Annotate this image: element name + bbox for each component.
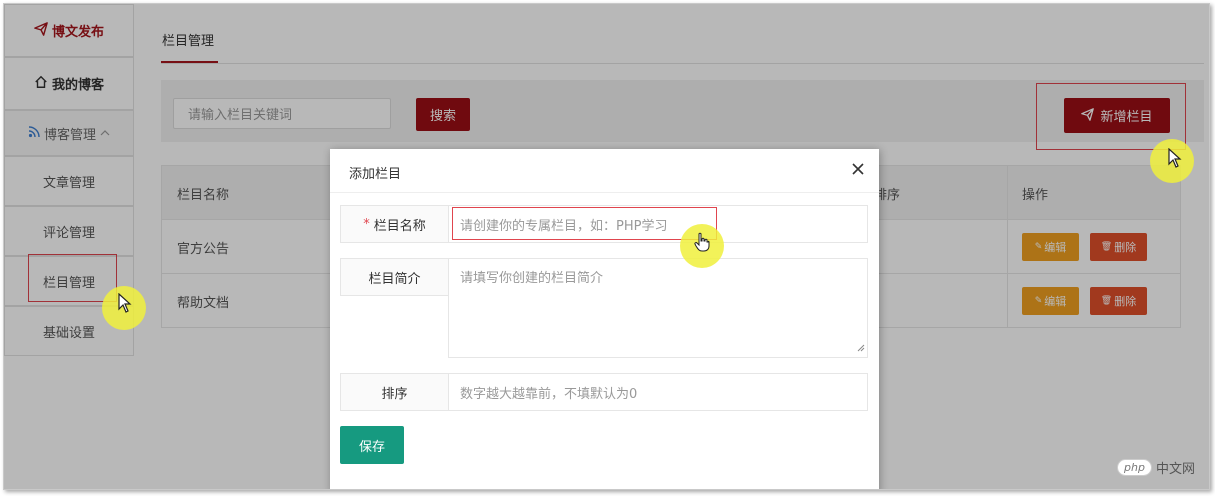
- save-button[interactable]: 保存: [340, 426, 404, 464]
- php-logo: php: [1117, 459, 1152, 476]
- modal-title: 添加栏目: [349, 167, 402, 182]
- order-label: 排序: [340, 373, 449, 411]
- add-category-modal: 添加栏目 * 栏目名称 请创建你的专属栏目，如：PHP学习 栏目简介 请填写你创…: [330, 149, 879, 489]
- watermark: php 中文网: [1117, 458, 1195, 477]
- modal-header: 添加栏目: [330, 149, 879, 193]
- hand-pointer-icon: [694, 232, 710, 257]
- required-mark: *: [363, 216, 370, 232]
- resize-handle-icon[interactable]: [857, 344, 865, 355]
- category-description-textarea[interactable]: 请填写你创建的栏目简介: [448, 258, 868, 358]
- name-label: * 栏目名称: [340, 205, 449, 243]
- name-label-text: 栏目名称: [373, 218, 426, 234]
- app-window: 博文发布 我的博客 博客管理 文章管理 评论管理 栏目管理 基础设置 栏目管理 …: [3, 3, 1210, 490]
- description-label: 栏目简介: [340, 258, 449, 296]
- cursor-arrow-icon: [1168, 147, 1182, 173]
- order-input[interactable]: 数字越大越靠前，不填默认为0: [448, 373, 868, 411]
- cursor-arrow-icon: [118, 292, 132, 318]
- description-placeholder: 请填写你创建的栏目简介: [460, 271, 604, 286]
- highlight-box: [452, 207, 717, 240]
- close-icon[interactable]: [851, 159, 865, 179]
- form-row-order: 排序 数字越大越靠前，不填默认为0: [340, 373, 868, 411]
- form-row-description: 栏目简介 请填写你创建的栏目简介: [340, 258, 868, 358]
- form-row-name: * 栏目名称 请创建你的专属栏目，如：PHP学习: [340, 205, 868, 243]
- watermark-text: 中文网: [1155, 462, 1195, 477]
